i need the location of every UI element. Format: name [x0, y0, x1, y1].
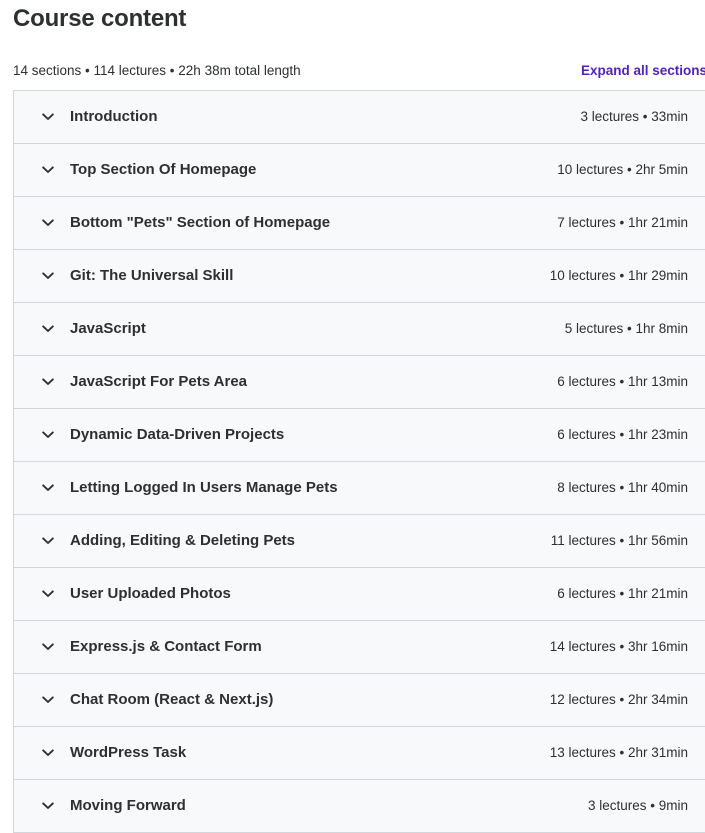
chevron-down-icon	[41, 746, 55, 760]
section-row[interactable]: JavaScript 5 lectures • 1hr 8min	[14, 303, 705, 356]
section-row[interactable]: Top Section Of Homepage 10 lectures • 2hr…	[14, 144, 705, 197]
section-row[interactable]: Chat Room (React & Next.js) 12 lectures •…	[14, 674, 705, 727]
chevron-down-icon	[41, 269, 55, 283]
section-title: User Uploaded Photos	[70, 585, 231, 602]
section-meta: 3 lectures • 9min	[587, 798, 688, 813]
section-title: Dynamic Data-Driven Projects	[70, 426, 285, 443]
section-meta: 12 lectures • 2hr 34min	[549, 692, 688, 707]
section-meta: 6 lectures • 1hr 21min	[557, 586, 688, 601]
course-summary-text: 14 sections • 114 lectures • 22h 38m tot…	[13, 62, 301, 78]
chevron-down-icon	[41, 375, 55, 389]
chevron-down-icon	[41, 110, 55, 124]
section-title: Adding, Editing & Deleting Pets	[70, 532, 295, 549]
section-title: Git: The Universal Skill	[70, 267, 234, 284]
section-meta: 6 lectures • 1hr 23min	[557, 427, 688, 442]
section-title: Express.js & Contact Form	[70, 638, 262, 655]
section-title: Top Section Of Homepage	[70, 161, 257, 178]
section-title: Moving Forward	[70, 797, 186, 814]
chevron-down-icon	[41, 428, 55, 442]
expand-all-sections-button[interactable]: Expand all sections	[581, 63, 705, 78]
section-title: WordPress Task	[70, 744, 187, 761]
section-meta: 3 lectures • 33min	[580, 109, 688, 124]
section-title: JavaScript For Pets Area	[70, 373, 248, 390]
section-row[interactable]: Git: The Universal Skill 10 lectures • 1h…	[14, 250, 705, 303]
chevron-down-icon	[41, 322, 55, 336]
section-meta: 5 lectures • 1hr 8min	[564, 321, 688, 336]
course-summary-bar: 14 sections • 114 lectures • 22h 38m tot…	[13, 60, 705, 80]
section-meta: 11 lectures • 1hr 56min	[550, 533, 688, 548]
section-row[interactable]: Bottom "Pets" Section of Homepage 7 lectu…	[14, 197, 705, 250]
chevron-down-icon	[41, 163, 55, 177]
section-row[interactable]: Letting Logged In Users Manage Pets 8 lec…	[14, 462, 705, 515]
chevron-down-icon	[41, 640, 55, 654]
section-meta: 10 lectures • 2hr 5min	[557, 162, 688, 177]
chevron-down-icon	[41, 587, 55, 601]
chevron-down-icon	[41, 534, 55, 548]
chevron-down-icon	[41, 799, 55, 813]
section-meta: 13 lectures • 2hr 31min	[549, 745, 688, 760]
section-title: Chat Room (React & Next.js)	[70, 691, 274, 708]
section-row[interactable]: JavaScript For Pets Area 6 lectures • 1hr…	[14, 356, 705, 409]
section-row[interactable]: User Uploaded Photos 6 lectures • 1hr 21m…	[14, 568, 705, 621]
section-title: Introduction	[70, 108, 158, 125]
section-row[interactable]: Moving Forward 3 lectures • 9min	[14, 780, 705, 833]
page-title: Course content	[13, 5, 187, 32]
section-row[interactable]: Introduction 3 lectures • 33min	[14, 91, 705, 144]
section-meta: 7 lectures • 1hr 21min	[557, 215, 688, 230]
chevron-down-icon	[41, 481, 55, 495]
section-meta: 6 lectures • 1hr 13min	[557, 374, 688, 389]
section-title: Bottom "Pets" Section of Homepage	[70, 214, 331, 231]
section-row[interactable]: WordPress Task 13 lectures • 2hr 31min	[14, 727, 705, 780]
chevron-down-icon	[41, 216, 55, 230]
section-row[interactable]: Express.js & Contact Form 14 lectures • 3…	[14, 621, 705, 674]
section-title: JavaScript	[70, 320, 146, 337]
section-meta: 8 lectures • 1hr 40min	[557, 480, 688, 495]
sections-list: Introduction 3 lectures • 33min Top Sectio…	[13, 90, 705, 833]
section-meta: 10 lectures • 1hr 29min	[549, 268, 688, 283]
section-title: Letting Logged In Users Manage Pets	[70, 479, 338, 496]
section-row[interactable]: Adding, Editing & Deleting Pets 11 lectur…	[14, 515, 705, 568]
section-row[interactable]: Dynamic Data-Driven Projects 6 lectures •…	[14, 409, 705, 462]
section-meta: 14 lectures • 3hr 16min	[549, 639, 688, 654]
chevron-down-icon	[41, 693, 55, 707]
